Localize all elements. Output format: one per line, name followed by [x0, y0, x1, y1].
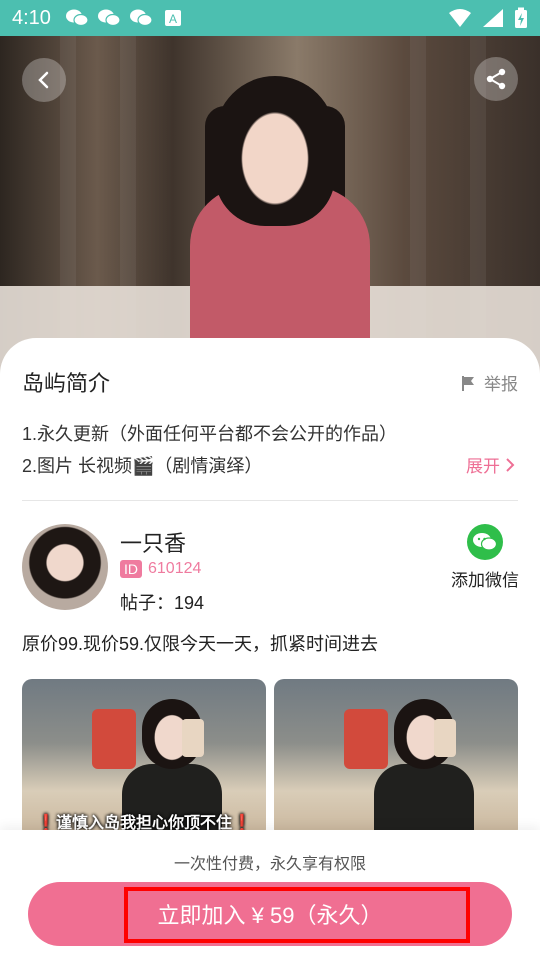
chevron-left-icon	[38, 71, 49, 89]
payment-note: 一次性付费，永久享有权限	[173, 856, 366, 873]
expand-label: 展开	[466, 457, 500, 476]
gallery-item[interactable]: ❗谨慎入岛我担心你顶不住❗	[22, 679, 266, 839]
avatar[interactable]	[22, 524, 108, 610]
wechat-icon	[129, 9, 153, 27]
flag-icon	[462, 375, 474, 391]
share-icon	[486, 68, 506, 90]
back-button[interactable]	[22, 58, 66, 102]
status-bar: 4:10 A	[0, 0, 540, 36]
promo-text: 原价99.现价59.仅限今天一天，抓紧时间进去	[22, 634, 379, 654]
divider	[22, 500, 518, 501]
battery-charging-icon	[515, 7, 527, 28]
join-button[interactable]: 立即加入 ¥ 59（永久）	[28, 882, 512, 946]
report-label: 举报	[484, 375, 518, 394]
user-id: 610124	[148, 560, 202, 577]
intro-title: 岛屿简介	[22, 371, 111, 396]
cover-image	[0, 36, 540, 376]
post-count: 帖子：194	[120, 593, 205, 613]
expand-button[interactable]: 展开	[466, 452, 516, 477]
username: 一只香	[120, 531, 187, 556]
intro-line-2: 2.图片 长视频🎬（剧情演绎）	[22, 456, 263, 476]
svg-text:A: A	[169, 12, 177, 26]
user-id-row: ID 610124	[120, 560, 201, 578]
wechat-icon	[65, 9, 89, 27]
wechat-icon	[97, 9, 121, 27]
a-icon: A	[164, 10, 181, 26]
signal-icon	[483, 9, 503, 27]
intro-line-1: 1.永久更新（外面任何平台都不会公开的作品）	[22, 424, 398, 444]
join-label: 立即加入 ¥ 59（永久）	[157, 903, 383, 928]
id-badge: ID	[120, 560, 142, 578]
report-button[interactable]: 举报	[460, 370, 518, 395]
bottom-bar: 一次性付费，永久享有权限 立即加入 ¥ 59（永久）	[0, 830, 540, 960]
wifi-icon	[449, 9, 471, 27]
add-wechat-button[interactable]: 添加微信	[448, 524, 522, 591]
wechat-label: 添加微信	[451, 571, 519, 590]
gallery-item[interactable]	[274, 679, 518, 839]
wechat-icon	[467, 524, 503, 560]
share-button[interactable]	[474, 57, 518, 101]
chevron-right-icon	[506, 457, 515, 472]
status-time: 4:10	[12, 6, 51, 29]
